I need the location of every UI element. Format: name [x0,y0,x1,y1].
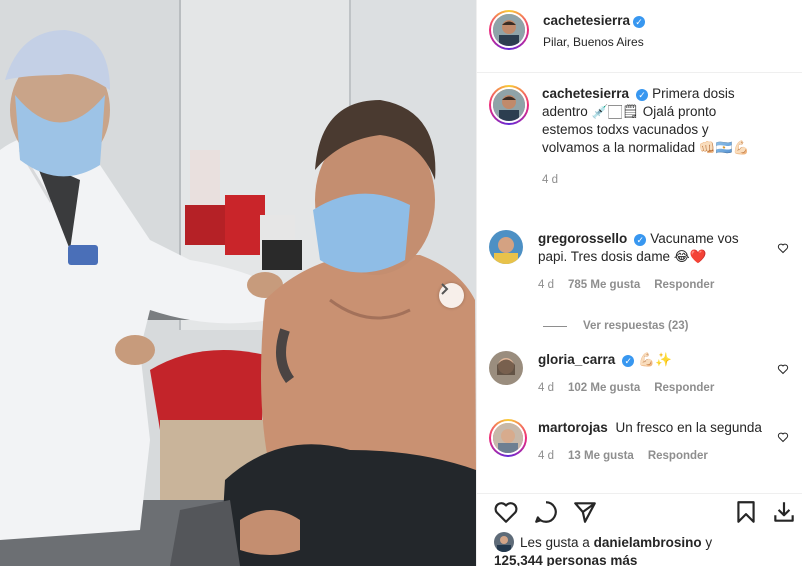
comment-age[interactable]: 4 d [538,276,554,294]
comment-row: gloria_carra ✓ 💪🏻✨ 4 d 102 Me gusta Respon… [489,351,789,397]
vaccination-photo [0,0,476,566]
heart-icon[interactable] [493,499,519,525]
download-icon[interactable] [771,499,797,525]
verified-badge-icon: ✓ [633,15,646,28]
bookmark-icon[interactable] [733,499,759,525]
replies-divider [543,325,567,327]
author-username[interactable]: cachetesierra [543,13,630,28]
reply-button[interactable]: Responder [654,276,714,294]
avatar-image [493,423,523,453]
liker-avatar [494,532,514,552]
reply-button[interactable]: Responder [654,379,714,397]
avatar-image [493,14,525,46]
comment-icon[interactable] [533,499,559,525]
share-icon[interactable] [572,499,598,525]
likes-conj: y [705,535,713,550]
view-replies-label: Ver respuestas (23) [583,320,689,332]
verified-badge-icon: ✓ [622,355,635,367]
post-side-panel: cachetesierra ✓ Pilar, Buenos Aires cach… [476,0,802,566]
comment-username[interactable]: gregorossello [538,231,627,246]
comment-likes[interactable]: 13 Me gusta [568,447,634,465]
likes-prefix: Les gusta a [520,535,590,550]
caption-row: cachetesierra ✓ Primera dosis adentro 💉🏻🗒 … [489,85,789,189]
caption-username[interactable]: cachetesierra [542,86,629,101]
comment-username[interactable]: gloria_carra [538,352,615,367]
caption-author-avatar[interactable] [489,85,529,125]
comment-likes[interactable]: 785 Me gusta [568,276,640,294]
post-header: cachetesierra ✓ Pilar, Buenos Aires [489,10,646,50]
author-avatar[interactable] [489,10,529,50]
view-replies-button[interactable]: Ver respuestas (23) [543,320,688,332]
avatar-image [493,89,525,121]
commenter-avatar[interactable] [489,419,527,457]
comments-list[interactable]: cachetesierra ✓ Primera dosis adentro 💉🏻🗒 … [477,73,802,493]
comment-username[interactable]: martorojas [538,420,608,435]
commenter-avatar[interactable] [489,351,523,385]
avatar-image [489,230,523,264]
avatar-image [489,351,523,385]
caption-age[interactable]: 4 d [542,171,558,189]
comment-row: gregorossello ✓ Vacuname vos papi. Tres do… [489,230,789,294]
chevron-right-icon [441,283,449,295]
commenter-avatar[interactable] [489,230,523,264]
verified-badge-icon: ✓ [636,89,649,101]
heart-icon[interactable] [777,431,789,443]
comment-age[interactable]: 4 d [538,447,554,465]
verified-badge-icon: ✓ [634,234,647,246]
likes-summary[interactable]: Les gusta a danielambrosino y 125,344 pe… [494,532,712,566]
comment-text: Un fresco en la segunda [615,420,762,435]
reply-button[interactable]: Responder [648,447,708,465]
post-photo[interactable] [0,0,476,566]
likes-count[interactable]: 125,344 personas más [494,553,637,566]
comment-text: 💪🏻✨ [638,352,672,367]
avatar-image [494,532,514,552]
post-location[interactable]: Pilar, Buenos Aires [543,35,645,49]
heart-icon[interactable] [777,363,789,375]
action-bar [477,493,802,533]
comment-likes[interactable]: 102 Me gusta [568,379,640,397]
comment-age[interactable]: 4 d [538,379,554,397]
next-photo-button[interactable] [439,283,464,308]
comment-row: martorojas Un fresco en la segunda 4 d 1… [489,419,789,465]
liker-username[interactable]: danielambrosino [594,535,702,550]
heart-icon[interactable] [777,242,789,254]
